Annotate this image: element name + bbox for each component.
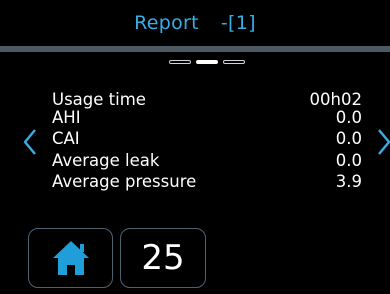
report-row-average-pressure: Average pressure 3.9: [52, 172, 362, 194]
value-label: 25: [141, 238, 185, 278]
page-dot-1: [169, 60, 191, 64]
report-row-average-leak: Average leak 0.0: [52, 151, 362, 173]
page-indicator: [169, 58, 245, 66]
row-label: Average leak: [52, 150, 160, 170]
row-label: Usage time: [52, 90, 146, 109]
report-row-cai: CAI 0.0: [52, 129, 362, 151]
page-dot-2: [196, 60, 218, 64]
report-index: -[1]: [220, 12, 256, 34]
row-value: 3.9: [335, 172, 362, 191]
home-icon: [52, 241, 89, 275]
report-row-usage-time: Usage time 00h02: [52, 86, 362, 109]
row-value: 00h02: [309, 90, 362, 109]
row-value: 0.0: [335, 107, 362, 127]
chevron-left-icon[interactable]: [22, 127, 38, 157]
title-divider: [0, 46, 390, 52]
row-label: CAI: [52, 129, 80, 148]
row-label: AHI: [52, 107, 81, 127]
page-title: Report: [134, 12, 199, 34]
row-label: Average pressure: [52, 172, 197, 191]
row-value: 0.0: [335, 150, 362, 170]
chevron-right-icon[interactable]: [376, 127, 390, 157]
page-dot-3: [223, 60, 245, 64]
row-value: 0.0: [335, 129, 362, 148]
report-table: Usage time 00h02 AHI 0.0 CAI 0.0 Average…: [52, 86, 362, 194]
home-button[interactable]: [28, 228, 113, 288]
value-button[interactable]: 25: [120, 228, 206, 288]
header-title-bar: Report -[1]: [0, 12, 390, 34]
report-row-ahi: AHI 0.0: [52, 108, 362, 130]
